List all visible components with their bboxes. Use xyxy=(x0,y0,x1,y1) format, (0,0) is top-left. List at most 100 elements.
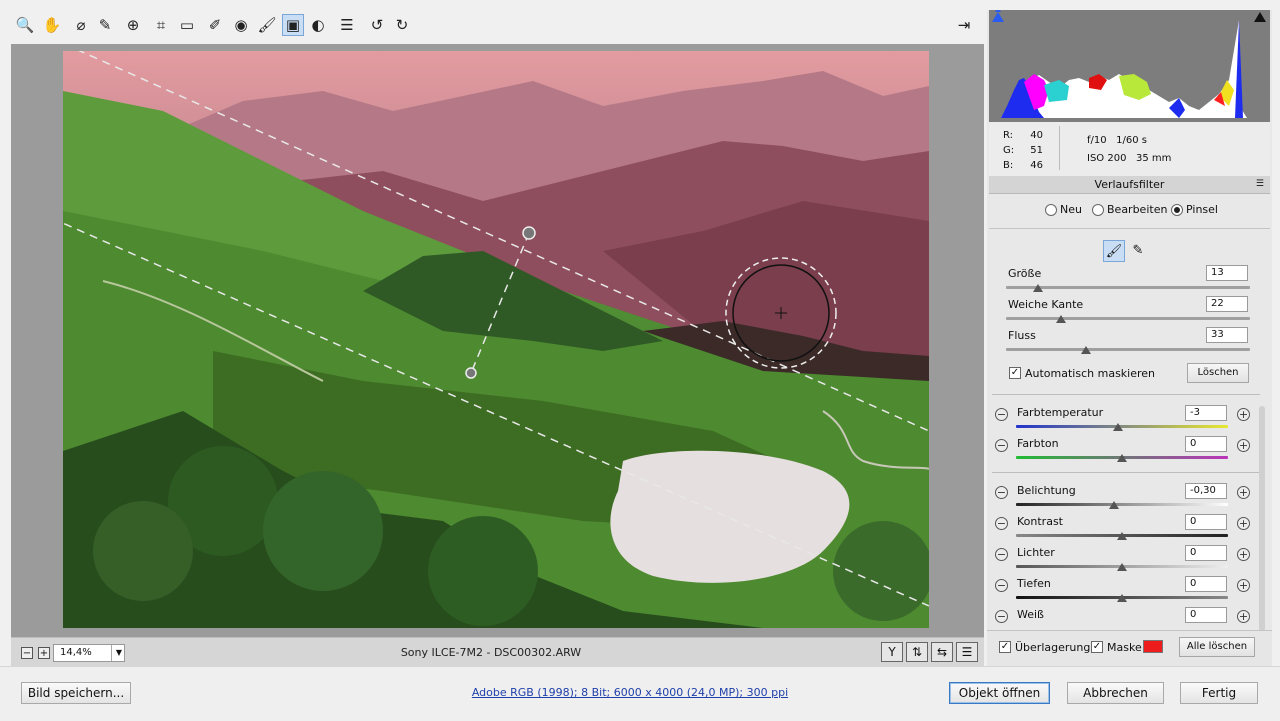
exposure-slider[interactable] xyxy=(1016,503,1228,506)
automask-checkbox[interactable]: ✓ xyxy=(1009,367,1021,379)
panel-scrollbar[interactable] xyxy=(1259,406,1265,632)
cancel-button[interactable]: Abbrechen xyxy=(1067,682,1164,704)
fullscreen-toggle-icon[interactable]: ⇥ xyxy=(953,14,975,36)
focal-length: 35 mm xyxy=(1135,153,1172,164)
radial-filter-tool-icon[interactable]: ◐ xyxy=(307,14,329,36)
red-eye-tool-icon[interactable]: ◉ xyxy=(230,14,252,36)
brush-erase-icon[interactable]: ✎ xyxy=(1127,240,1149,262)
shadows-input[interactable]: 0 xyxy=(1185,576,1227,592)
toolbar: 🔍 ✋ ⌀ ✎ ⊕ ⌗ ▭ ✐ ◉ 🖌 ▣ ◐ ☰ ↺ ↻ ⇥ xyxy=(0,0,984,44)
preferences-icon[interactable]: ☰ xyxy=(336,14,358,36)
targeted-adjustment-tool-icon[interactable]: ⊕ xyxy=(122,14,144,36)
straighten-tool-icon[interactable]: ▭ xyxy=(176,14,198,36)
workflow-options-link[interactable]: Adobe RGB (1998); 8 Bit; 6000 x 4000 (24… xyxy=(440,686,820,699)
clear-button[interactable]: Löschen xyxy=(1187,363,1249,383)
status-bar: − + 14,4% ▼ Sony ILCE-7M2 - DSC00302.ARW… xyxy=(11,637,984,666)
whites-input[interactable]: 0 xyxy=(1185,607,1227,623)
whites-minus-icon[interactable]: − xyxy=(995,610,1008,623)
tint-input[interactable]: 0 xyxy=(1185,436,1227,452)
photo-preview[interactable] xyxy=(63,51,929,628)
open-object-button[interactable]: Objekt öffnen xyxy=(949,682,1050,704)
tint-minus-icon[interactable]: − xyxy=(995,439,1008,452)
highlights-label: Lichter xyxy=(1017,546,1055,559)
color-sampler-tool-icon[interactable]: ✎ xyxy=(94,14,116,36)
size-input[interactable]: 13 xyxy=(1206,265,1248,281)
exposure-input[interactable]: -0,30 xyxy=(1185,483,1227,499)
right-panel: R: G: B: 40 51 46 f/10 1/60 s ISO 200 35… xyxy=(987,10,1272,666)
panel-footer: ✓ Überlagerung ✓ Maske Alle löschen xyxy=(987,630,1272,666)
size-label: Größe xyxy=(1008,267,1042,280)
adjustment-brush-tool-icon[interactable]: 🖌 xyxy=(256,14,278,36)
brush-add-icon[interactable]: 🖌 xyxy=(1103,240,1125,262)
contrast-plus-icon[interactable]: + xyxy=(1237,517,1250,530)
landscape-photo xyxy=(63,51,929,628)
flow-slider-thumb[interactable] xyxy=(1081,346,1091,354)
bottom-bar: Bild speichern... Adobe RGB (1998); 8 Bi… xyxy=(0,666,1280,721)
clear-all-button[interactable]: Alle löschen xyxy=(1179,637,1255,657)
mask-label: Maske xyxy=(1107,641,1142,654)
highlights-minus-icon[interactable]: − xyxy=(995,548,1008,561)
feather-slider-thumb[interactable] xyxy=(1056,315,1066,323)
r-label: R: xyxy=(1003,130,1014,141)
mode-brush-radio[interactable]: Pinsel xyxy=(1171,203,1218,216)
contrast-slider-thumb[interactable] xyxy=(1117,532,1127,540)
exposure-slider-thumb[interactable] xyxy=(1109,501,1119,509)
tint-slider-thumb[interactable] xyxy=(1117,454,1127,462)
highlights-slider-thumb[interactable] xyxy=(1117,563,1127,571)
tint-label: Farbton xyxy=(1017,437,1059,450)
temp-minus-icon[interactable]: − xyxy=(995,408,1008,421)
mask-checkbox[interactable]: ✓ xyxy=(1091,641,1103,653)
rotate-left-icon[interactable]: ↺ xyxy=(366,14,388,36)
rotate-right-icon[interactable]: ↻ xyxy=(391,14,413,36)
exposure-label: Belichtung xyxy=(1017,484,1076,497)
contrast-input[interactable]: 0 xyxy=(1185,514,1227,530)
highlights-input[interactable]: 0 xyxy=(1185,545,1227,561)
tint-plus-icon[interactable]: + xyxy=(1237,439,1250,452)
b-value: 46 xyxy=(1030,160,1043,171)
white-balance-tool-icon[interactable]: ⌀ xyxy=(70,14,92,36)
temp-slider-thumb[interactable] xyxy=(1113,423,1123,431)
mode-new-radio[interactable]: Neu xyxy=(1045,203,1082,216)
panel-menu-icon[interactable]: ☰ xyxy=(1256,176,1264,193)
temp-input[interactable]: -3 xyxy=(1185,405,1227,421)
crop-tool-icon[interactable]: ⌗ xyxy=(150,14,172,36)
overlay-checkbox[interactable]: ✓ xyxy=(999,641,1011,653)
graduated-filter-tool-icon[interactable]: ▣ xyxy=(282,14,304,36)
before-after-y-icon[interactable]: Y xyxy=(881,642,903,662)
flow-input[interactable]: 33 xyxy=(1206,327,1248,343)
copy-before-after-icon[interactable]: ⇆ xyxy=(931,642,953,662)
histogram xyxy=(989,10,1270,122)
filename-label: Sony ILCE-7M2 - DSC00302.ARW xyxy=(400,646,582,659)
highlights-plus-icon[interactable]: + xyxy=(1237,548,1250,561)
flow-slider[interactable] xyxy=(1006,348,1250,351)
aperture: f/10 xyxy=(1087,135,1107,146)
save-image-button[interactable]: Bild speichern... xyxy=(21,682,131,704)
whites-plus-icon[interactable]: + xyxy=(1237,610,1250,623)
exposure-minus-icon[interactable]: − xyxy=(995,486,1008,499)
zoom-in-button[interactable]: + xyxy=(38,647,50,659)
mode-edit-radio[interactable]: Bearbeiten xyxy=(1092,203,1167,216)
done-button[interactable]: Fertig xyxy=(1180,682,1258,704)
shadows-plus-icon[interactable]: + xyxy=(1237,579,1250,592)
zoom-tool-icon[interactable]: 🔍 xyxy=(14,14,36,36)
spot-removal-tool-icon[interactable]: ✐ xyxy=(204,14,226,36)
swap-before-after-icon[interactable]: ⇅ xyxy=(906,642,928,662)
size-slider-thumb[interactable] xyxy=(1033,284,1043,292)
zoom-out-button[interactable]: − xyxy=(21,647,33,659)
contrast-minus-icon[interactable]: − xyxy=(995,517,1008,530)
toggle-settings-icon[interactable]: ☰ xyxy=(956,642,978,662)
chevron-down-icon[interactable]: ▼ xyxy=(111,645,126,661)
image-canvas[interactable] xyxy=(11,44,984,637)
mask-color-swatch[interactable] xyxy=(1143,640,1163,653)
exposure-plus-icon[interactable]: + xyxy=(1237,486,1250,499)
feather-input[interactable]: 22 xyxy=(1206,296,1248,312)
shadows-slider-thumb[interactable] xyxy=(1117,594,1127,602)
mode-selector: Neu Bearbeiten Pinsel xyxy=(989,194,1270,229)
feather-slider[interactable] xyxy=(1006,317,1250,320)
shadows-minus-icon[interactable]: − xyxy=(995,579,1008,592)
whites-label: Weiß xyxy=(1017,608,1044,621)
panel-title: Verlaufsfilter ☰ xyxy=(989,176,1270,194)
hand-tool-icon[interactable]: ✋ xyxy=(41,14,63,36)
g-value: 51 xyxy=(1030,145,1043,156)
temp-plus-icon[interactable]: + xyxy=(1237,408,1250,421)
